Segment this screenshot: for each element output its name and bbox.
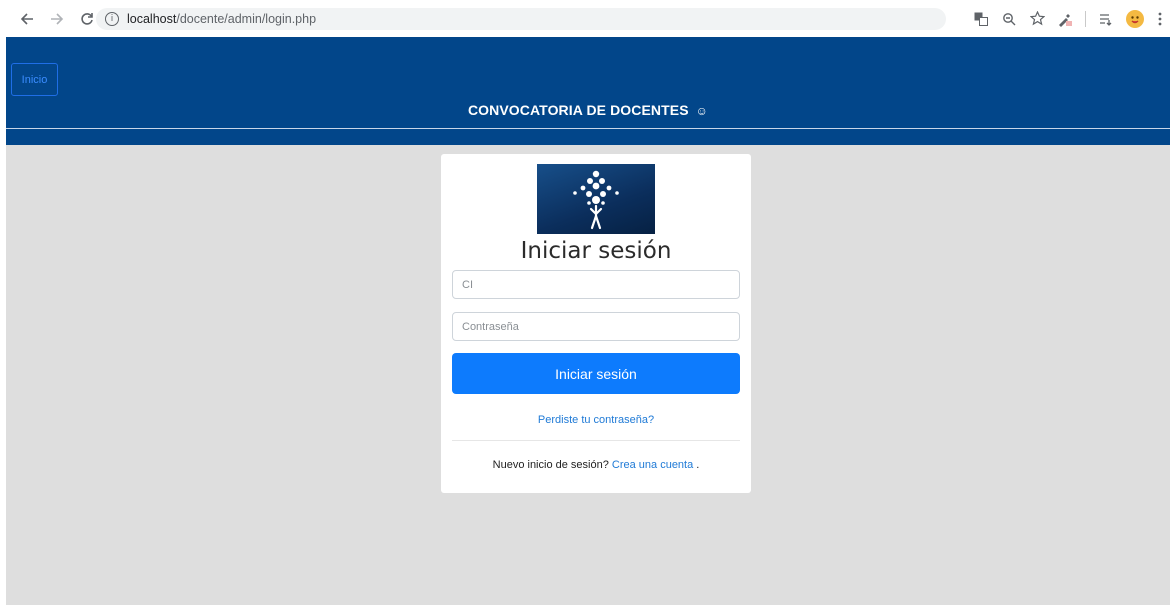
- header-divider: [6, 128, 1170, 129]
- toolbar-divider: [1085, 10, 1086, 27]
- address-bar[interactable]: i localhost/docente/admin/login.php: [96, 8, 946, 30]
- back-arrow-icon[interactable]: [16, 8, 38, 30]
- card-divider: [452, 440, 740, 441]
- eyedropper-icon[interactable]: [1057, 11, 1073, 27]
- ci-input[interactable]: [452, 270, 740, 299]
- site-title: CONVOCATORIA DE DOCENTES ☺: [6, 102, 1170, 118]
- register-prefix: Nuevo inicio de sesión?: [492, 459, 609, 471]
- star-icon[interactable]: [1029, 11, 1045, 27]
- forward-arrow-icon[interactable]: [46, 8, 68, 30]
- toolbar-actions: [973, 0, 1170, 37]
- login-card: Iniciar sesión Iniciar sesión Perdiste t…: [441, 154, 751, 493]
- brand-text: CONVOCATORIA DE DOCENTES: [467, 102, 689, 118]
- browser-toolbar: i localhost/docente/admin/login.php: [0, 0, 1170, 37]
- logo-figure-icon: [537, 164, 655, 234]
- login-submit-button[interactable]: Iniciar sesión: [452, 353, 740, 394]
- url-text: localhost/docente/admin/login.php: [127, 12, 316, 26]
- login-title: Iniciar sesión: [520, 238, 672, 264]
- reading-list-icon[interactable]: [1098, 11, 1114, 27]
- register-suffix: .: [696, 459, 700, 471]
- zoom-icon[interactable]: [1001, 11, 1017, 27]
- info-icon[interactable]: i: [105, 12, 119, 26]
- site-header: Inicio CONVOCATORIA DE DOCENTES ☺: [6, 37, 1170, 145]
- url-host: localhost: [127, 12, 177, 26]
- create-account-link[interactable]: Crea una cuenta: [612, 459, 693, 471]
- profile-avatar-icon[interactable]: [1126, 9, 1144, 28]
- inicio-button[interactable]: Inicio: [11, 63, 58, 96]
- page-body: Inicio CONVOCATORIA DE DOCENTES ☺ Inicia…: [6, 37, 1170, 605]
- reload-icon[interactable]: [76, 8, 98, 30]
- smile-icon: ☺: [695, 104, 709, 118]
- translate-icon[interactable]: [973, 11, 989, 27]
- password-input[interactable]: [452, 312, 740, 341]
- url-path: /docente/admin/login.php: [176, 12, 317, 26]
- forgot-password-link[interactable]: Perdiste tu contraseña?: [441, 414, 751, 426]
- menu-icon[interactable]: [1156, 11, 1164, 27]
- register-line: Nuevo inicio de sesión? Crea una cuenta …: [441, 459, 751, 471]
